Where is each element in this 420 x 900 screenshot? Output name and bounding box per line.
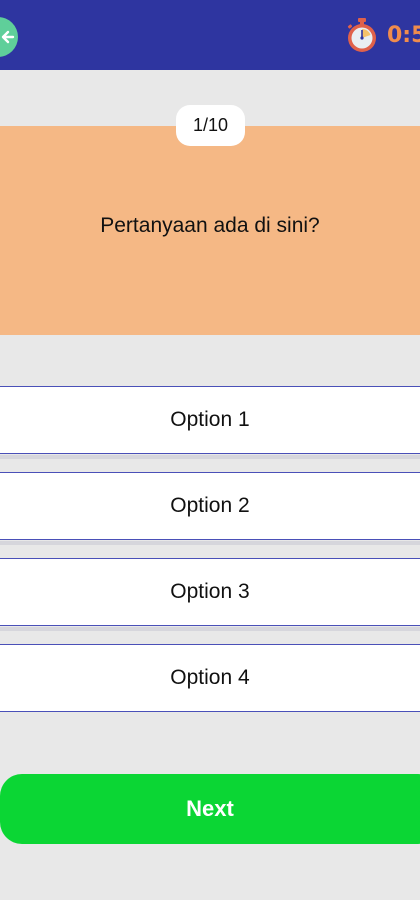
- next-button[interactable]: Next: [0, 774, 420, 844]
- option-1-button[interactable]: Option 1: [0, 386, 420, 454]
- arrow-left-icon: [1, 30, 15, 44]
- option-divider: [0, 541, 420, 545]
- top-bar: 0:5: [0, 0, 420, 70]
- option-divider: [0, 455, 420, 459]
- option-divider: [0, 627, 420, 631]
- question-text: Pertanyaan ada di sini?: [100, 214, 320, 237]
- stopwatch-icon: [347, 18, 376, 52]
- option-2-button[interactable]: Option 2: [0, 472, 420, 540]
- option-3-button[interactable]: Option 3: [0, 558, 420, 626]
- timer-text: 0:5: [387, 22, 420, 48]
- question-counter: 1/10: [176, 105, 245, 146]
- back-button[interactable]: [0, 17, 18, 57]
- option-4-button[interactable]: Option 4: [0, 644, 420, 712]
- timer: 0:5: [345, 17, 420, 53]
